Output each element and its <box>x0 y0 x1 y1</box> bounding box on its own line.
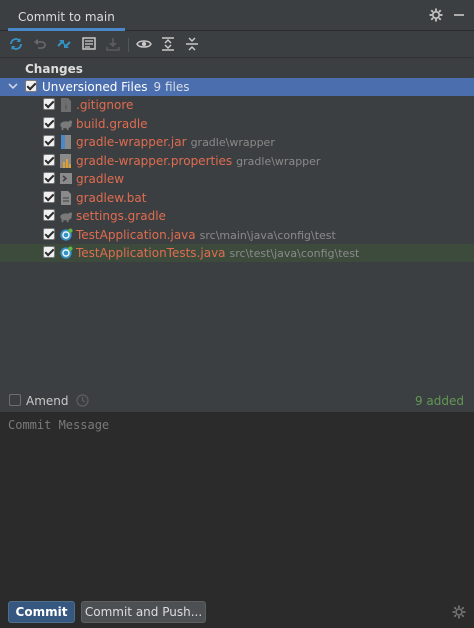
file-checkbox[interactable] <box>43 190 55 203</box>
file-name: settings.gradle <box>76 209 166 223</box>
amend-bar: Amend 9 added <box>0 390 474 413</box>
file-name: build.gradle <box>76 116 148 131</box>
commit-button[interactable]: Commit <box>8 601 75 623</box>
amend-label[interactable]: Amend <box>26 392 69 410</box>
file-checkbox[interactable] <box>43 172 55 184</box>
clock-icon[interactable] <box>76 394 89 407</box>
file-row[interactable]: gradlew.bat <box>0 189 474 207</box>
file-checkbox[interactable] <box>43 227 55 240</box>
commit-options-gear-icon[interactable] <box>452 605 466 619</box>
file-row[interactable]: gradle-wrapper.jar gradle\wrapper <box>0 133 474 151</box>
file-checkbox[interactable] <box>43 116 55 129</box>
commit-actions-bar: Commit Commit and Push... <box>0 593 474 628</box>
added-count-status: 9 added <box>414 394 464 408</box>
amend-checkbox[interactable] <box>9 394 21 406</box>
file-row[interactable]: build.gradle <box>0 115 474 133</box>
group-file-count: 9 files <box>153 80 190 94</box>
file-path: gradle\wrapper <box>236 154 321 168</box>
jar-icon <box>59 134 73 150</box>
changes-section-title: Changes <box>25 62 83 76</box>
file-name: .gitignore <box>76 98 134 112</box>
expand-all-icon[interactable] <box>159 35 177 53</box>
file-name: gradle-wrapper.properties gradle\wrapper <box>76 153 321 168</box>
diff-icon[interactable] <box>55 35 73 53</box>
java-class-icon <box>59 227 73 243</box>
file-checkbox[interactable] <box>43 246 55 258</box>
update-icon[interactable] <box>104 35 122 53</box>
refresh-icon[interactable] <box>7 35 25 53</box>
file-checkbox[interactable] <box>43 209 55 221</box>
chevron-down-icon[interactable] <box>8 81 18 91</box>
minimize-icon[interactable] <box>452 8 466 22</box>
toolbar-separator <box>128 38 129 52</box>
file-name: gradlew <box>76 172 125 186</box>
bat-file-icon <box>59 190 73 206</box>
tool-window-header: Commit to main <box>0 0 474 31</box>
file-checkbox[interactable] <box>43 135 55 147</box>
file-name: gradle-wrapper.jar gradle\wrapper <box>76 135 275 149</box>
unversioned-files-group[interactable]: Unversioned Files 9 files <box>0 78 474 96</box>
commit-message-area <box>0 413 474 593</box>
tab-commit[interactable]: Commit to main <box>8 6 125 31</box>
file-row[interactable]: i .gitignore <box>0 96 474 114</box>
java-test-class-icon <box>59 245 73 261</box>
file-checkbox[interactable] <box>43 98 55 110</box>
svg-text:i: i <box>65 103 67 111</box>
gitignore-icon: i <box>59 97 73 113</box>
rollback-icon[interactable] <box>31 35 49 53</box>
file-row[interactable]: gradle-wrapper.properties gradle\wrapper <box>0 152 474 170</box>
commit-message-input[interactable] <box>0 413 474 593</box>
file-checkbox[interactable] <box>43 153 55 166</box>
properties-icon <box>59 153 73 169</box>
script-icon <box>59 171 73 187</box>
group-label: Unversioned Files 9 files <box>42 80 190 94</box>
eye-icon[interactable] <box>135 35 153 53</box>
file-row[interactable]: TestApplicationTests.java src\test\java\c… <box>0 244 474 262</box>
file-row[interactable]: settings.gradle <box>0 207 474 225</box>
file-path: src\main\java\config\test <box>199 228 336 242</box>
shelve-icon[interactable] <box>80 35 98 53</box>
settings-gear-icon[interactable] <box>429 8 443 22</box>
file-path: gradle\wrapper <box>190 136 275 149</box>
changes-tree: Changes Unversioned Files 9 files i .gitig… <box>0 58 474 388</box>
collapse-all-icon[interactable] <box>183 35 201 53</box>
file-row[interactable]: TestApplication.java src\main\java\config… <box>0 226 474 244</box>
file-row[interactable]: gradlew <box>0 170 474 188</box>
group-checkbox[interactable] <box>25 80 37 92</box>
commit-and-push-button[interactable]: Commit and Push... <box>81 601 206 623</box>
file-name: TestApplication.java src\main\java\config… <box>76 227 336 242</box>
gradle-icon <box>59 208 73 224</box>
gradle-icon <box>59 116 73 132</box>
file-path: src\test\java\config\test <box>229 247 360 260</box>
commit-toolbar <box>0 31 474 58</box>
file-name: gradlew.bat <box>76 190 147 205</box>
file-name: TestApplicationTests.java src\test\java\c… <box>76 246 360 260</box>
